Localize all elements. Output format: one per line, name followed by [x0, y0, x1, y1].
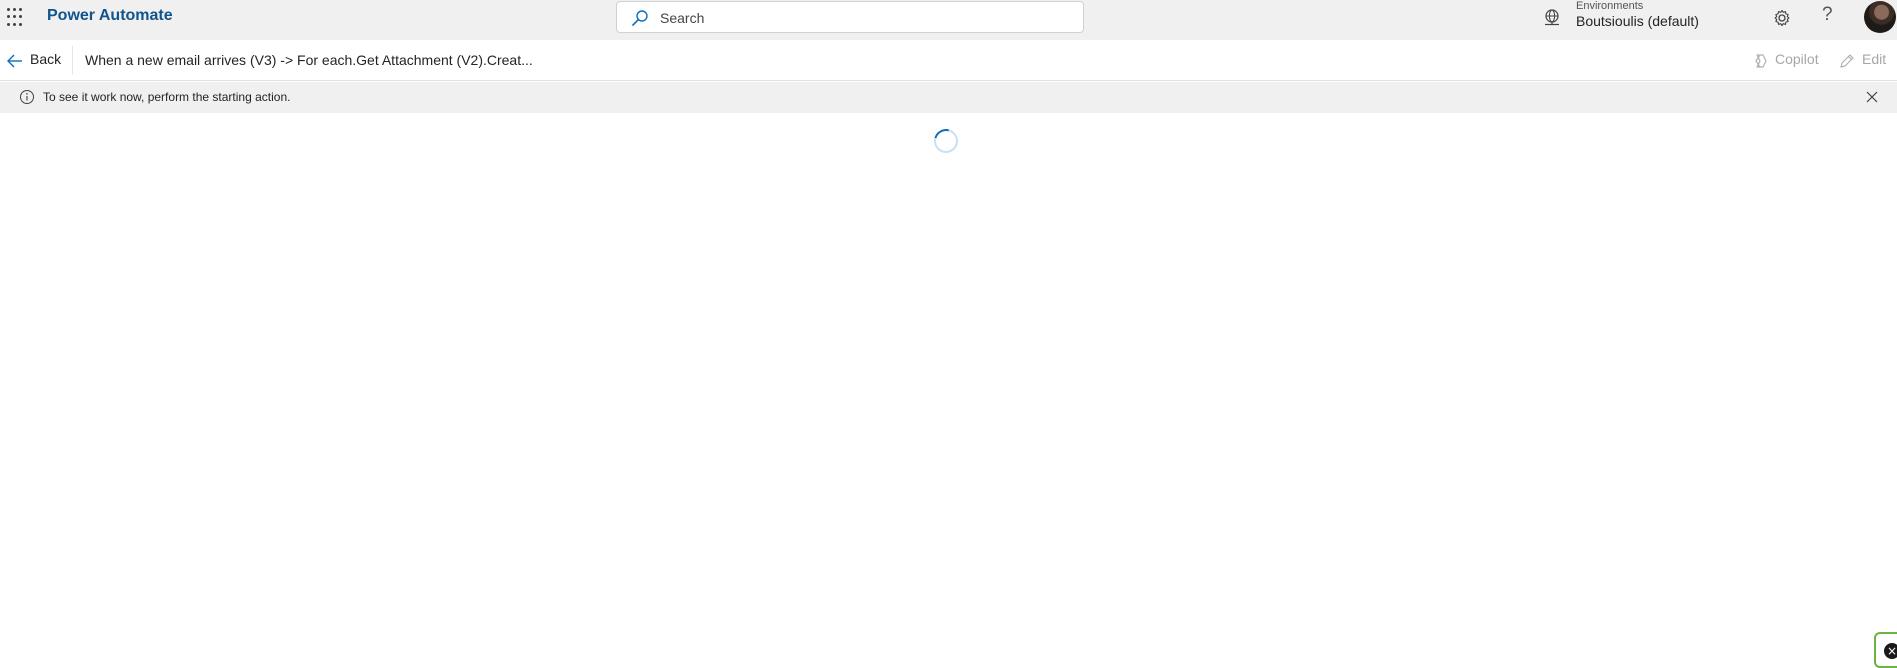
top-header: Power Automate Search Environments Bouts… — [0, 0, 1897, 40]
flow-title: When a new email arrives (V3) -> For eac… — [85, 52, 533, 68]
help-icon[interactable]: ? — [1822, 4, 1833, 26]
info-icon — [20, 90, 34, 104]
search-placeholder[interactable]: Search — [660, 10, 704, 26]
floating-widget-button[interactable]: × — [1874, 632, 1897, 668]
environment-selector[interactable]: Boutsioulis (default) — [1576, 13, 1699, 29]
avatar[interactable] — [1864, 1, 1896, 33]
search-box[interactable]: Search — [616, 1, 1084, 33]
environment-label[interactable]: Environments — [1576, 0, 1643, 12]
edit-label[interactable]: Edit — [1862, 51, 1886, 67]
message-text: To see it work now, perform the starting… — [43, 90, 291, 104]
back-label[interactable]: Back — [30, 51, 61, 67]
close-icon[interactable] — [1864, 89, 1880, 105]
pencil-icon — [1840, 54, 1854, 68]
app-title[interactable]: Power Automate — [47, 7, 173, 25]
message-bar: To see it work now, perform the starting… — [0, 82, 1897, 113]
divider — [72, 46, 73, 75]
command-bar: Back When a new email arrives (V3) -> Fo… — [0, 40, 1897, 81]
close-circle-icon[interactable]: × — [1884, 643, 1897, 659]
gear-icon[interactable] — [1772, 8, 1792, 28]
search-icon — [632, 10, 648, 26]
environment-globe-icon — [1545, 9, 1559, 26]
arrow-left-icon — [7, 54, 22, 68]
loading-spinner — [929, 124, 963, 158]
copilot-label[interactable]: Copilot — [1775, 51, 1819, 67]
app-launcher-icon[interactable] — [4, 5, 26, 27]
copilot-icon — [1755, 54, 1767, 68]
